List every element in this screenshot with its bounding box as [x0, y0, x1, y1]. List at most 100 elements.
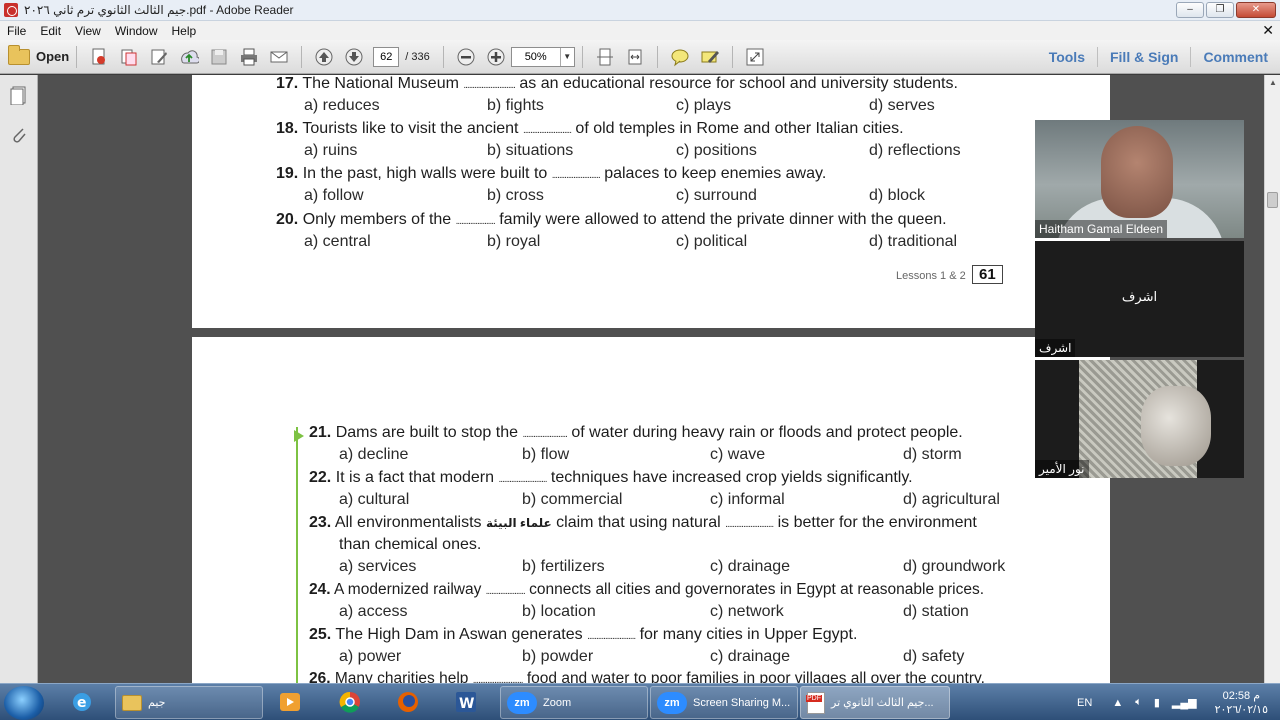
zoom-select[interactable]: 50% ▼	[510, 46, 575, 67]
menu-help[interactable]: Help	[165, 24, 204, 38]
question-18: 18. Tourists like to visit the ancient .…	[276, 120, 904, 137]
option-21a: a) decline	[339, 446, 409, 463]
vertical-scrollbar[interactable]: ▲	[1264, 75, 1280, 683]
page-number-input[interactable]: 62	[373, 46, 400, 67]
menu-view[interactable]: View	[68, 24, 108, 38]
pdf-page-62: 21. Dams are built to stop the .........…	[192, 337, 1110, 683]
scroll-thumb[interactable]	[1267, 192, 1278, 208]
participant-picture	[1079, 360, 1211, 478]
network-icon[interactable]: ▮	[1148, 696, 1166, 709]
expand-icon[interactable]	[744, 46, 766, 68]
participant-video-3[interactable]: نور الأمير	[1035, 360, 1244, 478]
option-18b: b) situations	[487, 142, 574, 159]
next-page-icon[interactable]	[343, 46, 365, 68]
option-25d: d) safety	[903, 648, 965, 665]
question-25: 25. The High Dam in Aswan generates ....…	[309, 626, 858, 643]
taskbar-adobe-button[interactable]: PDF جيم الثالث الثانوي تر...	[800, 686, 950, 719]
separator	[731, 45, 733, 68]
menu-edit[interactable]: Edit	[33, 24, 68, 38]
print-icon[interactable]	[238, 46, 260, 68]
taskbar-folder-button[interactable]: جيم	[115, 686, 263, 719]
question-23-line2: than chemical ones.	[339, 536, 482, 553]
chrome-icon[interactable]	[338, 690, 362, 714]
sticky-note-icon[interactable]	[669, 46, 691, 68]
taskbar-item-label: جيم	[148, 697, 166, 709]
attachments-icon[interactable]	[9, 125, 29, 145]
menu-bar: File Edit View Window Help ✕	[0, 21, 1280, 40]
start-button[interactable]	[4, 686, 44, 720]
option-21b: b) flow	[522, 446, 570, 463]
close-document-icon[interactable]: ✕	[1262, 22, 1274, 39]
word-icon[interactable]: W	[454, 690, 478, 714]
taskbar-item-label: Screen Sharing M...	[693, 696, 791, 709]
clock-time: 02:58 م	[1222, 689, 1260, 702]
volume-icon[interactable]: 🔈︎	[1129, 696, 1148, 709]
clock[interactable]: 02:58 م ٢٠٢٦/٠٢/١٥	[1203, 689, 1280, 717]
tools-button[interactable]: Tools	[1037, 49, 1097, 65]
question-22: 22. It is a fact that modern ...........…	[309, 469, 913, 486]
zoom-out-icon[interactable]	[455, 46, 477, 68]
taskbar-screen-sharing-button[interactable]: zm Screen Sharing M...	[650, 686, 798, 719]
adobe-reader-icon	[4, 3, 18, 17]
separator	[76, 45, 78, 68]
clock-date: ٢٠٢٦/٠٢/١٥	[1214, 703, 1268, 716]
zoom-value: 50%	[524, 50, 547, 63]
separator	[656, 45, 658, 68]
participant-name: Haitham Gamal Eldeen	[1035, 220, 1168, 238]
email-icon[interactable]	[268, 46, 290, 68]
question-23: 23. All environmentalists علماء البيئة c…	[309, 514, 977, 531]
title-bar: جيم الثالث الثانوي ترم ثاني ٢٠٢٦.pdf - A…	[0, 0, 1280, 21]
folder-icon	[8, 44, 30, 65]
navigation-pane	[0, 75, 38, 683]
option-20c: c) political	[676, 233, 748, 250]
menu-file[interactable]: File	[0, 24, 33, 38]
firefox-icon[interactable]	[396, 690, 420, 714]
zoom-in-icon[interactable]	[485, 46, 507, 68]
taskbar: e جيم W zm Zoom zm Screen Sharing M... P…	[0, 683, 1280, 720]
edit-icon[interactable]	[148, 46, 170, 68]
option-20d: d) traditional	[869, 233, 958, 250]
language-indicator[interactable]: EN	[1063, 697, 1106, 709]
page-number-badge: 61	[972, 265, 1003, 284]
fill-sign-button[interactable]: Fill & Sign	[1098, 49, 1190, 65]
create-pdf-icon[interactable]	[88, 46, 110, 68]
highlight-icon[interactable]	[699, 46, 721, 68]
question-26: 26. Many charities help ................…	[309, 670, 985, 683]
option-24d: d) station	[903, 603, 969, 620]
question-20: 20. Only members of the ................…	[276, 211, 947, 228]
comment-button[interactable]: Comment	[1191, 49, 1280, 65]
chevron-down-icon[interactable]: ▼	[559, 47, 574, 66]
fit-width-icon[interactable]	[624, 46, 646, 68]
option-22b: b) commercial	[522, 491, 623, 508]
page-thumbnails-icon[interactable]	[9, 85, 29, 106]
page-footer-label: Lessons 1 & 2	[896, 270, 966, 282]
toolbar: Open 62 / 336 50% ▼ Tools Fill & Sign Co…	[0, 40, 1280, 74]
restore-button[interactable]: ❐	[1206, 2, 1234, 18]
taskbar-zoom-button[interactable]: zm Zoom	[500, 686, 648, 719]
minimize-button[interactable]: ‒	[1176, 2, 1204, 18]
share-icon[interactable]	[178, 46, 200, 68]
previous-page-icon[interactable]	[313, 46, 335, 68]
participant-video-2[interactable]: اشرف اشرف	[1035, 241, 1244, 357]
fit-page-icon[interactable]	[594, 46, 616, 68]
option-21d: d) storm	[903, 446, 962, 463]
close-button[interactable]: ✕	[1236, 2, 1276, 18]
open-button[interactable]: Open	[8, 44, 69, 65]
scroll-up-icon[interactable]: ▲	[1265, 75, 1280, 91]
option-23a: a) services	[339, 558, 417, 575]
menu-window[interactable]: Window	[108, 24, 165, 38]
save-icon[interactable]	[208, 46, 230, 68]
show-hidden-icons-icon[interactable]: ▲	[1106, 697, 1129, 709]
pdf-page-61: 17. The National Museum ................…	[192, 75, 1110, 328]
option-23d: d) groundwork	[903, 558, 1006, 575]
pdf-icon: PDF	[806, 691, 825, 714]
combine-icon[interactable]	[118, 46, 140, 68]
separator	[581, 45, 583, 68]
participant-video-1[interactable]: Haitham Gamal Eldeen	[1035, 120, 1244, 238]
option-19c: c) surround	[676, 187, 757, 204]
media-player-icon[interactable]	[278, 690, 302, 714]
internet-explorer-icon[interactable]: e	[70, 690, 94, 714]
option-19a: a) follow	[304, 187, 364, 204]
signal-icon[interactable]: ▂▄▆	[1166, 696, 1203, 709]
question-17: 17. The National Museum ................…	[276, 75, 958, 92]
